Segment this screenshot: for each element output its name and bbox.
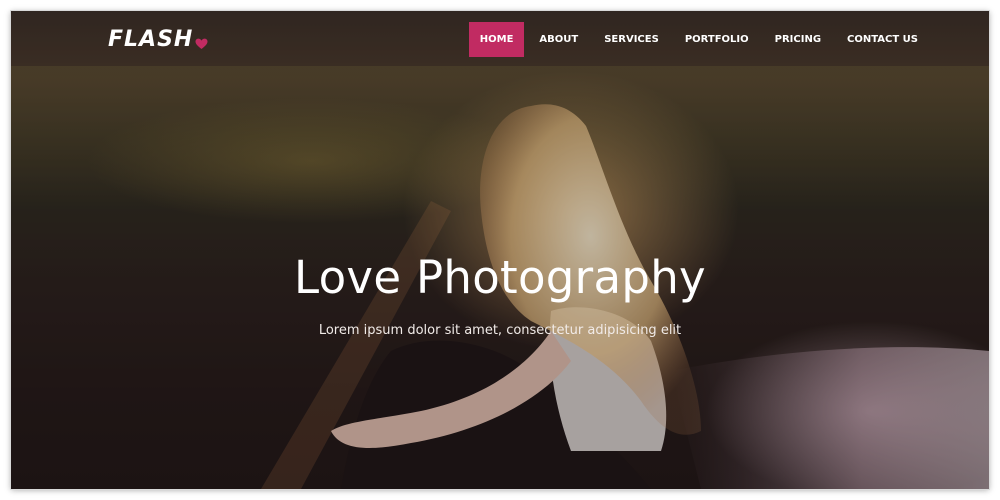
nav-services[interactable]: SERVICES [593, 22, 670, 57]
main-navigation: HOME ABOUT SERVICES PORTFOLIO PRICING CO… [465, 22, 929, 57]
logo-text: FLASH [108, 27, 194, 52]
top-navbar: FLASH HOME ABOUT SERVICES PORTFOLIO PRIC… [11, 11, 989, 69]
heart-icon [195, 38, 208, 49]
hero-dark-overlay [11, 11, 989, 489]
site-logo[interactable]: FLASH [108, 27, 208, 52]
nav-portfolio[interactable]: PORTFOLIO [674, 22, 760, 57]
hero-subtitle: Lorem ipsum dolor sit amet, consectetur … [318, 323, 682, 338]
nav-home[interactable]: HOME [468, 22, 525, 57]
page-frame: FLASH HOME ABOUT SERVICES PORTFOLIO PRIC… [11, 11, 989, 489]
nav-pricing[interactable]: PRICING [764, 22, 832, 57]
hero-title: Love Photography [294, 251, 706, 304]
nav-about[interactable]: ABOUT [528, 22, 589, 57]
nav-contact-us[interactable]: CONTACT US [836, 22, 929, 57]
